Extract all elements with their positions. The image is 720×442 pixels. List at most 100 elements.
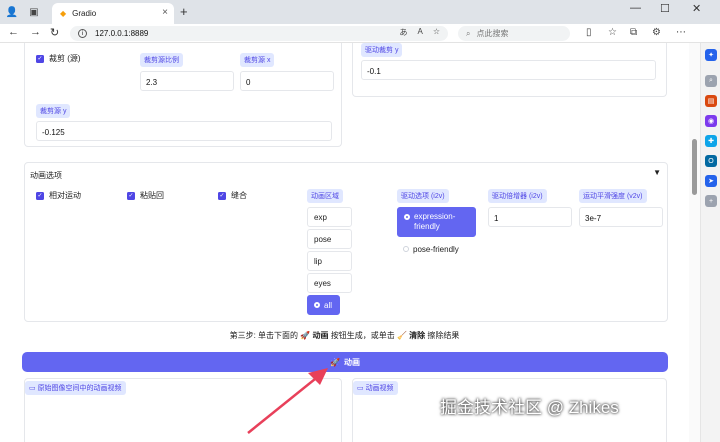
crop-x-input[interactable]: 0 — [240, 71, 334, 91]
step3-clear-word: 清除 — [409, 331, 426, 340]
expression-friendly-label: expression-friendly — [414, 212, 456, 231]
crop-source-checkbox[interactable]: ✓ 裁剪 (源) — [36, 53, 81, 64]
new-tab-icon[interactable]: + — [180, 4, 188, 19]
arrow-shaft — [247, 374, 321, 434]
extension-icon[interactable]: ⚙ — [652, 27, 661, 38]
output-video-label-text: 动画视频 — [365, 385, 394, 392]
minimize-icon[interactable]: — — [630, 2, 641, 14]
checkmark-icon: ✓ — [36, 191, 44, 200]
scrollbar-thumb[interactable] — [692, 139, 697, 195]
collapse-triangle-icon[interactable]: ▼ — [653, 168, 661, 177]
checkmark-icon: ✓ — [36, 54, 44, 63]
step3-instruction: 第三步: 单击下面的 🚀 动画 按钮生成，或单击 🧹 清除 擦除结果 — [0, 330, 689, 341]
animate-button[interactable]: 🚀 动画 — [22, 352, 668, 372]
annotation-arrow — [247, 368, 328, 434]
copilot-icon[interactable]: ✦ — [705, 49, 717, 61]
profile-icon[interactable]: 👤 — [4, 4, 20, 20]
crop-y-label: 裁剪源 y — [36, 104, 71, 118]
crop-y-input[interactable]: -0.125 — [36, 121, 332, 141]
crop-source-label: 裁剪 (源) — [49, 54, 81, 63]
tab-title: Gradio — [72, 9, 97, 18]
paste-back-checkbox[interactable]: ✓ 粘贴回 — [127, 190, 164, 201]
output-video-label: ▭ 动画视频 — [353, 381, 398, 395]
tab-gradio[interactable]: ◆ Gradio × — [52, 3, 174, 24]
region-lip-label: lip — [314, 256, 323, 266]
driving-option-expression-friendly[interactable]: expression-friendly — [397, 207, 476, 237]
step3-animate-word: 动画 — [312, 331, 329, 340]
stitching-label: 缝合 — [231, 191, 247, 200]
back-icon[interactable]: ← — [8, 26, 19, 38]
tools-icon[interactable]: ✚ — [705, 135, 717, 147]
driving-multiplier-input[interactable]: 1 — [488, 207, 572, 227]
url-field[interactable]: i 127.0.0.1:8889 あ A ☆ — [70, 26, 448, 41]
collections-icon[interactable]: ⧉ — [630, 27, 637, 38]
crop-x-label: 裁剪源 x — [240, 53, 275, 67]
driving-multiplier-label: 驱动倍增器 (i2v) — [488, 189, 547, 203]
driving-option-label: 驱动选项 (i2v) — [397, 189, 449, 203]
tab-bar: 👤 ▣ ◆ Gradio × + — ☐ ✕ — [0, 0, 720, 24]
favorites-icon[interactable]: ☆ — [608, 27, 617, 38]
browser-window: 👤 ▣ ◆ Gradio × + — ☐ ✕ ← → ↻ i 127.0.0.1… — [0, 0, 720, 442]
rocket-icon: 🚀 — [300, 331, 311, 340]
relative-motion-checkbox[interactable]: ✓ 相对运动 — [36, 190, 81, 201]
region-eyes[interactable]: eyes — [307, 273, 352, 293]
tab-actions-icon[interactable]: ▣ — [26, 4, 42, 20]
crop-panel: ✓ 裁剪 (源) 裁剪源比例 2.3 裁剪源 x 0 裁剪源 y -0.125 — [24, 43, 342, 147]
radio-dot-icon — [404, 214, 410, 220]
paste-back-label: 粘贴回 — [140, 191, 164, 200]
close-tab-icon[interactable]: × — [162, 7, 168, 18]
send-icon[interactable]: ➤ — [705, 175, 717, 187]
animation-region-label: 动画区域 — [307, 189, 343, 203]
radio-dot-icon — [314, 302, 320, 308]
search-sidebar-icon[interactable]: ⌕ — [705, 75, 717, 87]
video-icon: ▭ — [29, 385, 38, 392]
driving-crop-y-input[interactable]: -0.1 — [361, 60, 656, 80]
browser-sidebar: ✦ ⌕ ▤ ◉ ✚ O ➤ + — [700, 43, 720, 442]
games-icon[interactable]: ◉ — [705, 115, 717, 127]
address-bar-row: ← → ↻ i 127.0.0.1:8889 あ A ☆ ⌕ 点此搜索 ▯ ☆ … — [0, 24, 720, 43]
watermark: 掘金技术社区 @ Zhikes — [440, 398, 619, 417]
driving-option-pose-friendly[interactable]: pose-friendly — [397, 239, 476, 259]
url-text: 127.0.0.1:8889 — [95, 29, 149, 38]
output-original-label: ▭ 原始图像空间中的动画视频 — [25, 381, 126, 395]
favorite-icon[interactable]: ☆ — [433, 27, 440, 38]
refresh-icon[interactable]: ↻ — [50, 26, 59, 39]
driving-crop-panel: 驱动裁剪 y -0.1 — [352, 43, 667, 97]
read-aloud-icon[interactable]: A — [417, 27, 422, 38]
region-exp-label: exp — [314, 212, 327, 222]
maximize-icon[interactable]: ☐ — [660, 2, 670, 15]
crop-ratio-input[interactable]: 2.3 — [140, 71, 234, 91]
motion-smooth-input[interactable]: 3e-7 — [579, 207, 663, 227]
animation-options-panel: 动画选项 ▼ ✓ 相对运动 ✓ 粘贴回 ✓ 缝合 动画区域 exp pose l… — [24, 162, 668, 322]
output-original-label-text: 原始图像空间中的动画视频 — [37, 385, 122, 392]
shopping-icon[interactable]: ▤ — [705, 95, 717, 107]
region-pose[interactable]: pose — [307, 229, 352, 249]
window-close-icon[interactable]: ✕ — [692, 2, 701, 15]
gradio-favicon-icon: ◆ — [60, 9, 67, 18]
more-icon[interactable]: ⋯ — [676, 27, 686, 38]
site-info-icon[interactable]: i — [78, 29, 87, 38]
video-icon: ▭ — [357, 385, 366, 392]
motion-smooth-label: 运动平滑强度 (v2v) — [579, 189, 647, 203]
driving-crop-y-label: 驱动裁剪 y — [361, 43, 403, 57]
region-exp[interactable]: exp — [307, 207, 352, 227]
animate-button-label: 动画 — [343, 357, 360, 367]
page-scrollbar[interactable] — [689, 43, 700, 442]
add-sidebar-icon[interactable]: + — [705, 195, 717, 207]
region-all[interactable]: all — [307, 295, 340, 315]
split-screen-icon[interactable]: ▯ — [586, 27, 592, 38]
forward-icon[interactable]: → — [30, 26, 41, 38]
checkmark-icon: ✓ — [127, 191, 135, 200]
search-box[interactable]: ⌕ 点此搜索 — [458, 26, 570, 41]
outlook-icon[interactable]: O — [705, 155, 717, 167]
translate-icon[interactable]: あ — [399, 27, 407, 38]
pose-friendly-label: pose-friendly — [413, 244, 459, 254]
gradio-page: ✓ 裁剪 (源) 裁剪源比例 2.3 裁剪源 x 0 裁剪源 y -0.125 … — [0, 43, 689, 442]
step3-prefix: 第三步: 单击下面的 — [229, 331, 299, 340]
stitching-checkbox[interactable]: ✓ 缝合 — [218, 190, 247, 201]
step3-middle: 按钮生成，或单击 — [330, 331, 395, 340]
search-icon: ⌕ — [466, 28, 471, 38]
region-lip[interactable]: lip — [307, 251, 352, 271]
region-eyes-label: eyes — [314, 278, 331, 288]
search-placeholder: 点此搜索 — [476, 29, 509, 38]
